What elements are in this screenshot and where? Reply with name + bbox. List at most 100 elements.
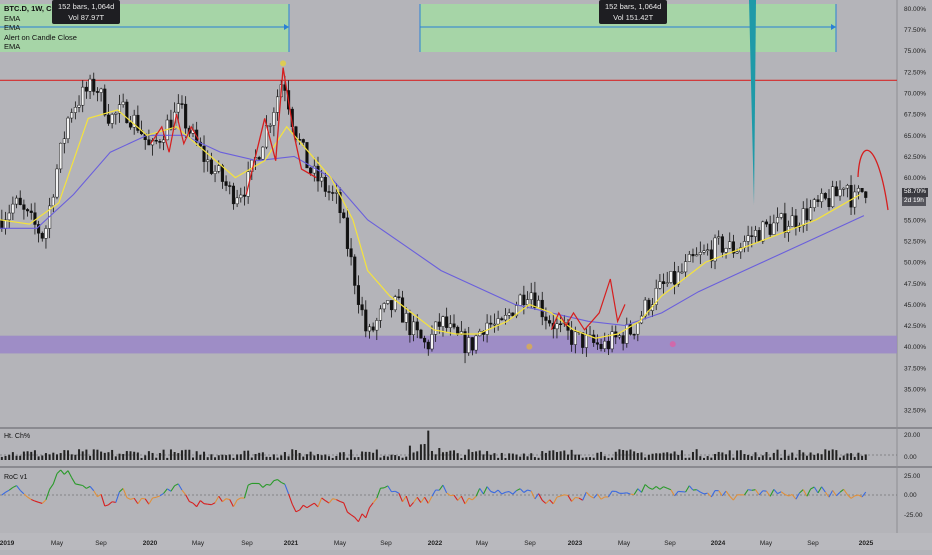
ind1-bar: [310, 452, 312, 460]
ind1-bar: [413, 452, 415, 460]
roc-segment: [79, 485, 83, 486]
roc-segment: [97, 494, 101, 496]
roc-segment: [149, 498, 153, 504]
ind1-bar: [571, 450, 573, 460]
ind1-bar: [240, 454, 242, 460]
indicator-2-label[interactable]: RoC v1: [4, 474, 27, 481]
ind1-bar: [460, 458, 462, 460]
roc-segment: [730, 496, 734, 500]
legend-line-ema-2[interactable]: EMA: [4, 23, 77, 33]
ind1-bar: [232, 458, 234, 460]
ind1-bar: [170, 449, 172, 460]
candle-down: [817, 200, 820, 202]
measure-tooltip-left: 152 bars, 1,064d Vol 87.97T: [52, 0, 120, 24]
ind1-bar: [777, 450, 779, 460]
ind1-bar: [89, 456, 91, 460]
indicator-1-label[interactable]: Ht. Ch%: [4, 433, 30, 440]
roc-segment: [116, 492, 120, 503]
ind1-bar: [663, 453, 665, 460]
roc-segment: [167, 489, 171, 491]
candle-up: [530, 293, 533, 300]
ind1-bar: [740, 450, 742, 460]
ind1-bar: [391, 455, 393, 460]
roc-segment: [689, 486, 693, 490]
ind1-bar: [688, 458, 690, 460]
candle-down: [126, 102, 129, 123]
roc-segment: [83, 485, 87, 488]
legend-line-ema-3[interactable]: EMA: [4, 42, 77, 52]
candle-up: [776, 217, 779, 222]
roc-segment: [75, 484, 79, 485]
ind1-bar: [839, 458, 841, 460]
roc-segment: [483, 487, 487, 494]
roc-segment: [686, 486, 690, 492]
pane-divider: [0, 466, 932, 468]
roc-segment: [270, 481, 274, 486]
candle-up: [508, 313, 511, 315]
ind1-bar: [19, 456, 21, 460]
ind1-bar: [670, 453, 672, 460]
roc-segment: [586, 492, 590, 496]
ind1-bar: [593, 458, 595, 460]
roc-segment: [230, 500, 234, 507]
roc-segment: [388, 486, 392, 492]
ind1-bar: [350, 450, 352, 460]
candle-down: [523, 295, 526, 305]
time-tick: May: [334, 540, 347, 547]
roc-segment: [539, 494, 543, 501]
price-tick: 47.50%: [904, 281, 926, 288]
ind1-bar: [677, 455, 679, 460]
legend-line-alert[interactable]: Alert on Candle Close: [4, 33, 77, 43]
ind1-bar: [600, 452, 602, 460]
candle-up: [637, 323, 640, 334]
roc-segment: [509, 492, 513, 495]
ind1-bar: [486, 451, 488, 460]
ind1-bar: [626, 451, 628, 460]
candle-down: [243, 195, 246, 196]
ind1-bar: [508, 453, 510, 460]
candle-down: [364, 310, 367, 331]
roc-segment: [322, 498, 326, 501]
countdown-tag: 2d 19h: [902, 197, 926, 206]
roc-segment: [314, 503, 318, 507]
candle-up: [177, 104, 180, 113]
price-axis[interactable]: 80.00%77.50%75.00%72.50%70.00%67.50%65.0…: [904, 6, 926, 415]
ind1-bar: [482, 454, 484, 460]
ind1-bar: [629, 449, 631, 460]
candle-down: [148, 140, 151, 145]
candle-down: [662, 282, 665, 284]
ind1-bar: [332, 458, 334, 460]
candle-down: [423, 338, 426, 342]
ind1-bar: [126, 451, 128, 460]
time-tick: 2024: [711, 540, 726, 547]
roc-segment: [358, 514, 362, 522]
price-tick: 55.00%: [904, 217, 926, 224]
roc-segment: [362, 514, 366, 518]
candle-up: [670, 271, 673, 282]
roc-segment: [811, 487, 815, 489]
candle-down: [30, 211, 33, 213]
ind1-bar: [652, 454, 654, 460]
roc-segment: [568, 495, 572, 501]
roc-segment: [414, 497, 418, 502]
ind1-bar: [817, 453, 819, 460]
candle-down: [512, 313, 515, 316]
roc-segment: [274, 480, 278, 481]
ind1-bar: [534, 457, 536, 460]
ind1-bar: [122, 454, 124, 460]
ind1-bar: [773, 453, 775, 460]
ind1-bar: [38, 456, 40, 460]
candle-down: [1, 220, 4, 229]
chart-canvas[interactable]: 80.00%77.50%75.00%72.50%70.00%67.50%65.0…: [0, 0, 932, 550]
time-tick: May: [760, 540, 773, 547]
roc-segment: [222, 499, 226, 502]
ind1-bar: [497, 458, 499, 460]
ind1-bar: [30, 452, 32, 460]
roc-segment: [263, 484, 267, 487]
candle-up: [412, 322, 415, 335]
roc-segment: [373, 498, 377, 503]
ind1-bar: [729, 450, 731, 460]
ind1-bar: [34, 450, 36, 460]
ind1-bar: [321, 455, 323, 460]
ind1-bar: [82, 451, 84, 460]
